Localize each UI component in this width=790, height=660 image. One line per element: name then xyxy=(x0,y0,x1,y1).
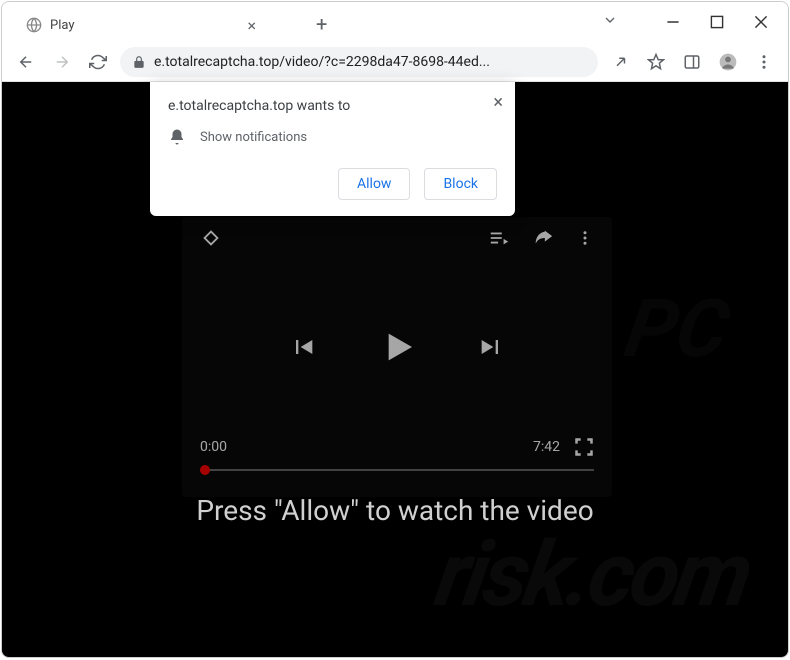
close-prompt-icon[interactable]: × xyxy=(493,92,503,113)
tab-title: Play xyxy=(50,18,75,33)
browser-toolbar: e.totalrecaptcha.top/video/?c=2298da47-8… xyxy=(2,42,788,82)
globe-icon xyxy=(26,17,42,33)
page-caption: Press "Allow" to watch the video xyxy=(2,494,788,527)
tab-search-icon[interactable] xyxy=(602,12,618,32)
side-panel-icon[interactable] xyxy=(678,48,706,76)
back-button[interactable] xyxy=(12,48,40,76)
profile-avatar-icon[interactable] xyxy=(714,48,742,76)
share-icon[interactable] xyxy=(606,48,634,76)
maximize-button[interactable] xyxy=(698,8,736,36)
prompt-body: Show notifications xyxy=(200,130,307,145)
menu-dots-icon[interactable] xyxy=(750,48,778,76)
allow-button[interactable]: Allow xyxy=(338,168,410,200)
bell-icon xyxy=(168,128,186,146)
close-tab-icon[interactable]: × xyxy=(247,16,256,35)
url-text: e.totalrecaptcha.top/video/?c=2298da47-8… xyxy=(154,54,490,70)
block-button[interactable]: Block xyxy=(424,168,497,200)
bookmark-star-icon[interactable] xyxy=(642,48,670,76)
notification-prompt: × e.totalrecaptcha.top wants to Show not… xyxy=(150,82,515,216)
browser-tab[interactable]: Play × xyxy=(16,8,266,42)
address-bar[interactable]: e.totalrecaptcha.top/video/?c=2298da47-8… xyxy=(120,47,598,77)
new-tab-button[interactable]: + xyxy=(316,12,327,36)
window-titlebar: Play × + xyxy=(2,2,788,42)
reload-button[interactable] xyxy=(84,48,112,76)
forward-button[interactable] xyxy=(48,48,76,76)
page-content: PC risk.com 0:00 7:42 xyxy=(2,82,788,657)
prompt-title: e.totalrecaptcha.top wants to xyxy=(168,98,497,114)
minimize-button[interactable] xyxy=(654,8,692,36)
lock-icon xyxy=(132,55,146,69)
close-window-button[interactable] xyxy=(742,8,780,36)
